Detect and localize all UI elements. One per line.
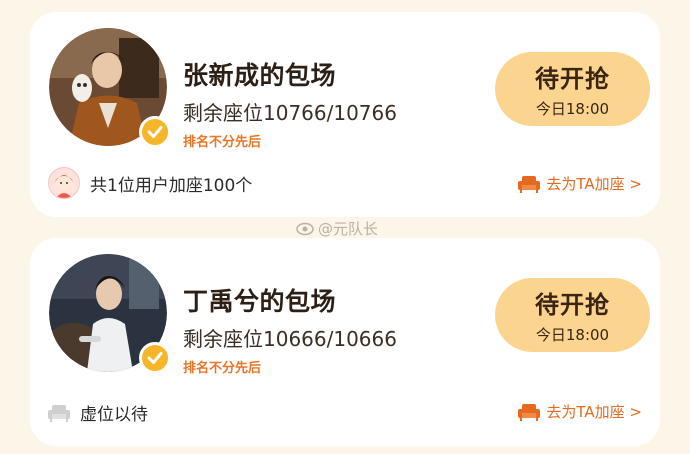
status-time: 今日18:00 — [535, 326, 610, 344]
booking-summary-text: 虚位以待 — [80, 405, 148, 425]
add-seat-label: 去为TA加座 > — [546, 175, 642, 193]
empty-seat-icon — [48, 404, 70, 422]
sofa-seat-icon — [518, 403, 541, 421]
verified-badge-icon — [139, 116, 171, 148]
pending-status-button[interactable]: 待开抢 今日18:00 — [495, 278, 650, 352]
user-avatar-icon — [48, 167, 80, 199]
pending-status-button[interactable]: 待开抢 今日18:00 — [495, 52, 650, 126]
status-title: 待开抢 — [535, 65, 610, 93]
card-title: 张新成的包场 — [183, 61, 337, 90]
weibo-eye-icon — [296, 222, 314, 235]
status-title: 待开抢 — [535, 291, 610, 319]
add-seat-link[interactable]: 去为TA加座 > — [518, 173, 642, 194]
watermark: @元队长 — [296, 218, 378, 239]
booking-card[interactable]: 丁禹兮的包场 剩余座位10666/10666 排名不分先后 待开抢 今日18:0… — [30, 238, 660, 446]
avatar[interactable] — [49, 254, 171, 374]
rank-note: 排名不分先后 — [183, 361, 262, 376]
remaining-seats: 剩余座位10666/10666 — [183, 327, 397, 351]
booking-summary: 共1位用户加座100个 — [48, 167, 252, 199]
avatar[interactable] — [49, 28, 171, 148]
card-title: 丁禹兮的包场 — [183, 287, 337, 316]
booking-summary: 虚位以待 — [48, 400, 148, 425]
watermark-text: @元队长 — [318, 220, 379, 238]
remaining-seats: 剩余座位10766/10766 — [183, 101, 397, 125]
rank-note: 排名不分先后 — [183, 135, 262, 150]
status-time: 今日18:00 — [535, 100, 610, 118]
verified-badge-icon — [139, 342, 171, 374]
booking-card[interactable]: 张新成的包场 剩余座位10766/10766 排名不分先后 待开抢 今日18:0… — [30, 12, 660, 217]
booking-summary-text: 共1位用户加座100个 — [90, 175, 253, 196]
add-seat-label: 去为TA加座 > — [546, 403, 642, 421]
add-seat-link[interactable]: 去为TA加座 > — [518, 401, 642, 422]
sofa-seat-icon — [518, 175, 541, 193]
